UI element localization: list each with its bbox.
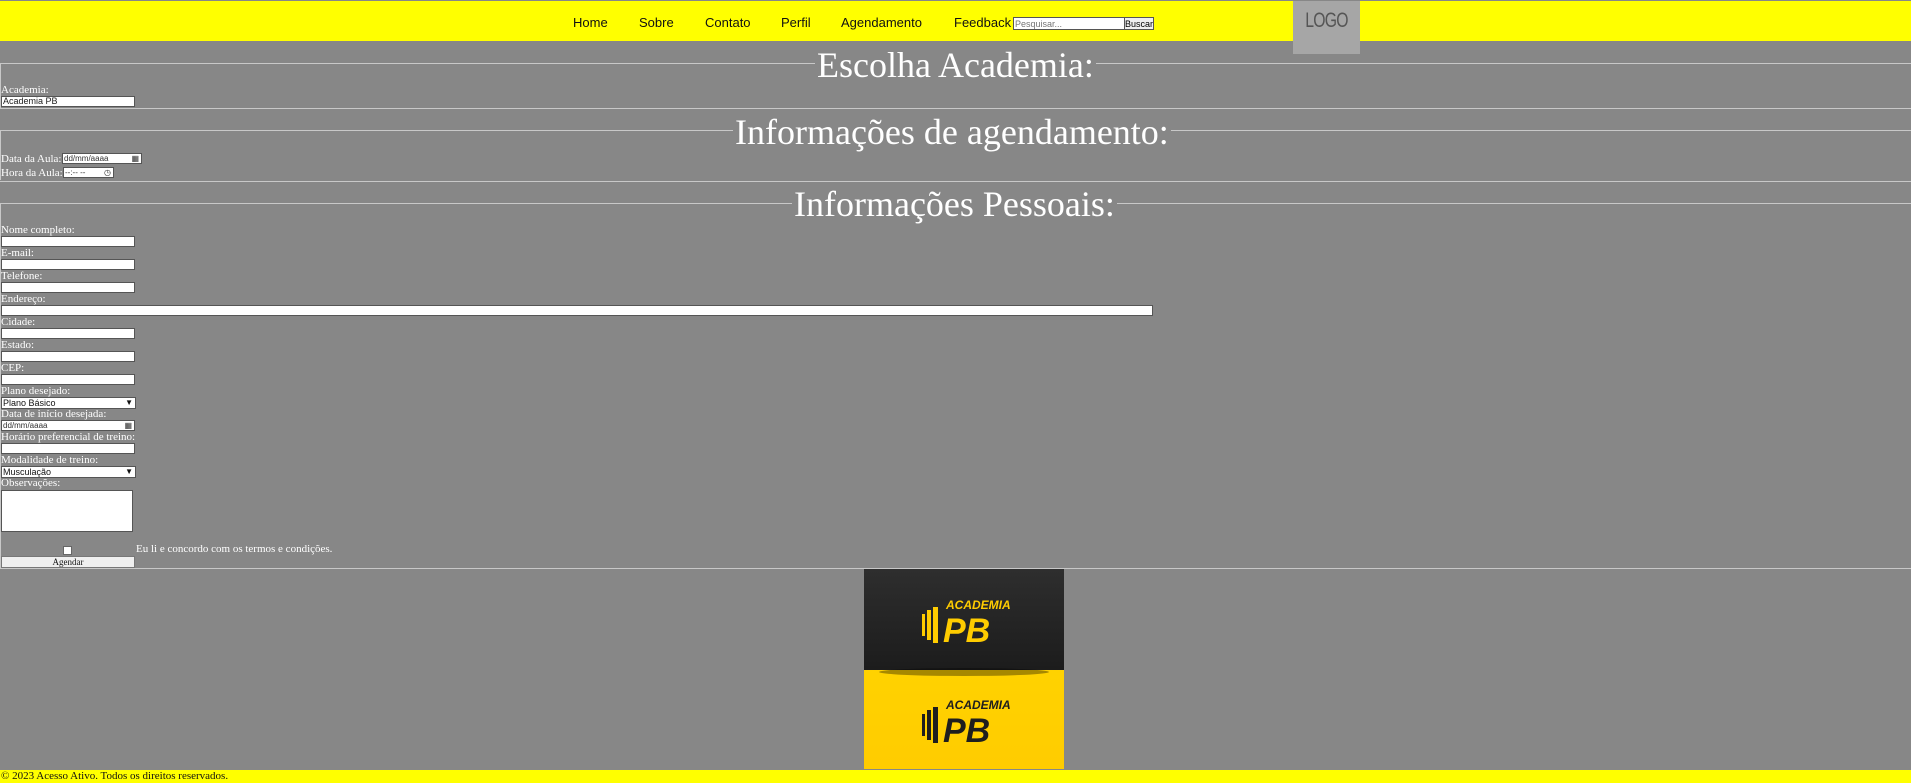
chevron-down-icon: ▼ [125, 398, 133, 407]
nav-link-agendamento[interactable]: Agendamento [841, 15, 922, 30]
data-aula-placeholder: dd/mm/aaaa [64, 154, 109, 163]
plano-selected-value: Plano Básico [3, 398, 56, 408]
legend-informacoes-pessoais: Informações Pessoais: [792, 184, 1117, 224]
fieldset-bottom-border [0, 181, 1911, 182]
nav-link-home[interactable]: Home [573, 15, 608, 30]
data-inicio-field[interactable]: dd/mm/aaaa ▦ [1, 420, 135, 431]
email-label: E-mail: [1, 247, 34, 259]
footer-copyright: © 2023 Acesso Ativo. Todos os direitos r… [1, 770, 229, 782]
data-inicio-label: Data de início desejada: [1, 408, 107, 420]
endereco-field[interactable] [1, 305, 1153, 316]
data-inicio-placeholder: dd/mm/aaaa [3, 421, 48, 430]
search-input[interactable] [1013, 17, 1127, 30]
clock-icon[interactable]: ◷ [104, 168, 111, 177]
hora-aula-label: Hora da Aula: [1, 167, 63, 179]
nav-link-sobre[interactable]: Sobre [639, 15, 674, 30]
observacoes-label: Observações: [1, 477, 61, 489]
horario-field[interactable] [1, 443, 135, 454]
nav-link-perfil[interactable]: Perfil [781, 15, 811, 30]
cidade-label: Cidade: [1, 316, 36, 328]
email-field[interactable] [1, 259, 135, 270]
cep-label: CEP: [1, 362, 25, 374]
chevron-down-icon: ▼ [125, 467, 133, 476]
calendar-icon[interactable]: ▦ [124, 421, 132, 430]
academia-label: Academia: [1, 84, 49, 96]
horario-label: Horário preferencial de treino: [1, 431, 136, 443]
logo: LOGO [1293, 1, 1360, 54]
search-button[interactable]: Buscar [1124, 17, 1154, 30]
legend-escolha-academia: Escolha Academia: [815, 45, 1096, 85]
hora-aula-placeholder: --:-- -- [65, 168, 86, 177]
legend-informacoes-agendamento: Informações de agendamento: [733, 112, 1171, 152]
nav-link-contato[interactable]: Contato [705, 15, 751, 30]
academia-field[interactable]: Academia PB [1, 96, 135, 107]
data-aula-field[interactable]: dd/mm/aaaa ▦ [62, 153, 142, 164]
modalidade-label: Modalidade de treino: [1, 454, 99, 466]
top-nav-bar: Home Sobre Contato Perfil Agendamento Fe… [0, 1, 1911, 41]
brand-top-main: PB [943, 612, 990, 650]
estado-label: Estado: [1, 339, 34, 351]
estado-field[interactable] [1, 351, 135, 362]
hora-aula-field[interactable]: --:-- -- ◷ [63, 167, 114, 178]
modalidade-selected-value: Musculação [3, 467, 52, 477]
nome-field[interactable] [1, 236, 135, 247]
logo-text: LOGO [1305, 9, 1348, 32]
footer: © 2023 Acesso Ativo. Todos os direitos r… [0, 770, 1911, 783]
endereco-label: Endereço: [1, 293, 46, 305]
plano-label: Plano desejado: [1, 385, 71, 397]
observacoes-textarea[interactable] [1, 490, 133, 532]
telefone-field[interactable] [1, 282, 135, 293]
telefone-label: Telefone: [1, 270, 43, 282]
academia-pb-logo-image: ACADEMIA PB ACADEMIA PB [864, 569, 1064, 769]
calendar-icon[interactable]: ▦ [131, 154, 139, 163]
data-aula-label: Data da Aula: [1, 153, 62, 165]
agendar-button[interactable]: Agendar [1, 556, 135, 568]
terms-checkbox[interactable] [63, 546, 72, 555]
cidade-field[interactable] [1, 328, 135, 339]
nav-link-feedback[interactable]: Feedback [954, 15, 1011, 30]
fieldset-bottom-border [0, 108, 1911, 109]
cep-field[interactable] [1, 374, 135, 385]
nome-label: Nome completo: [1, 224, 75, 236]
academia-pb-logo-graphic: ACADEMIA PB ACADEMIA PB [864, 569, 1064, 769]
brand-bottom-main: PB [943, 712, 990, 750]
terms-label: Eu li e concordo com os termos e condiçõ… [136, 543, 333, 555]
brand-top-label: ACADEMIA [945, 598, 1011, 612]
brand-bottom-label: ACADEMIA [945, 698, 1011, 712]
